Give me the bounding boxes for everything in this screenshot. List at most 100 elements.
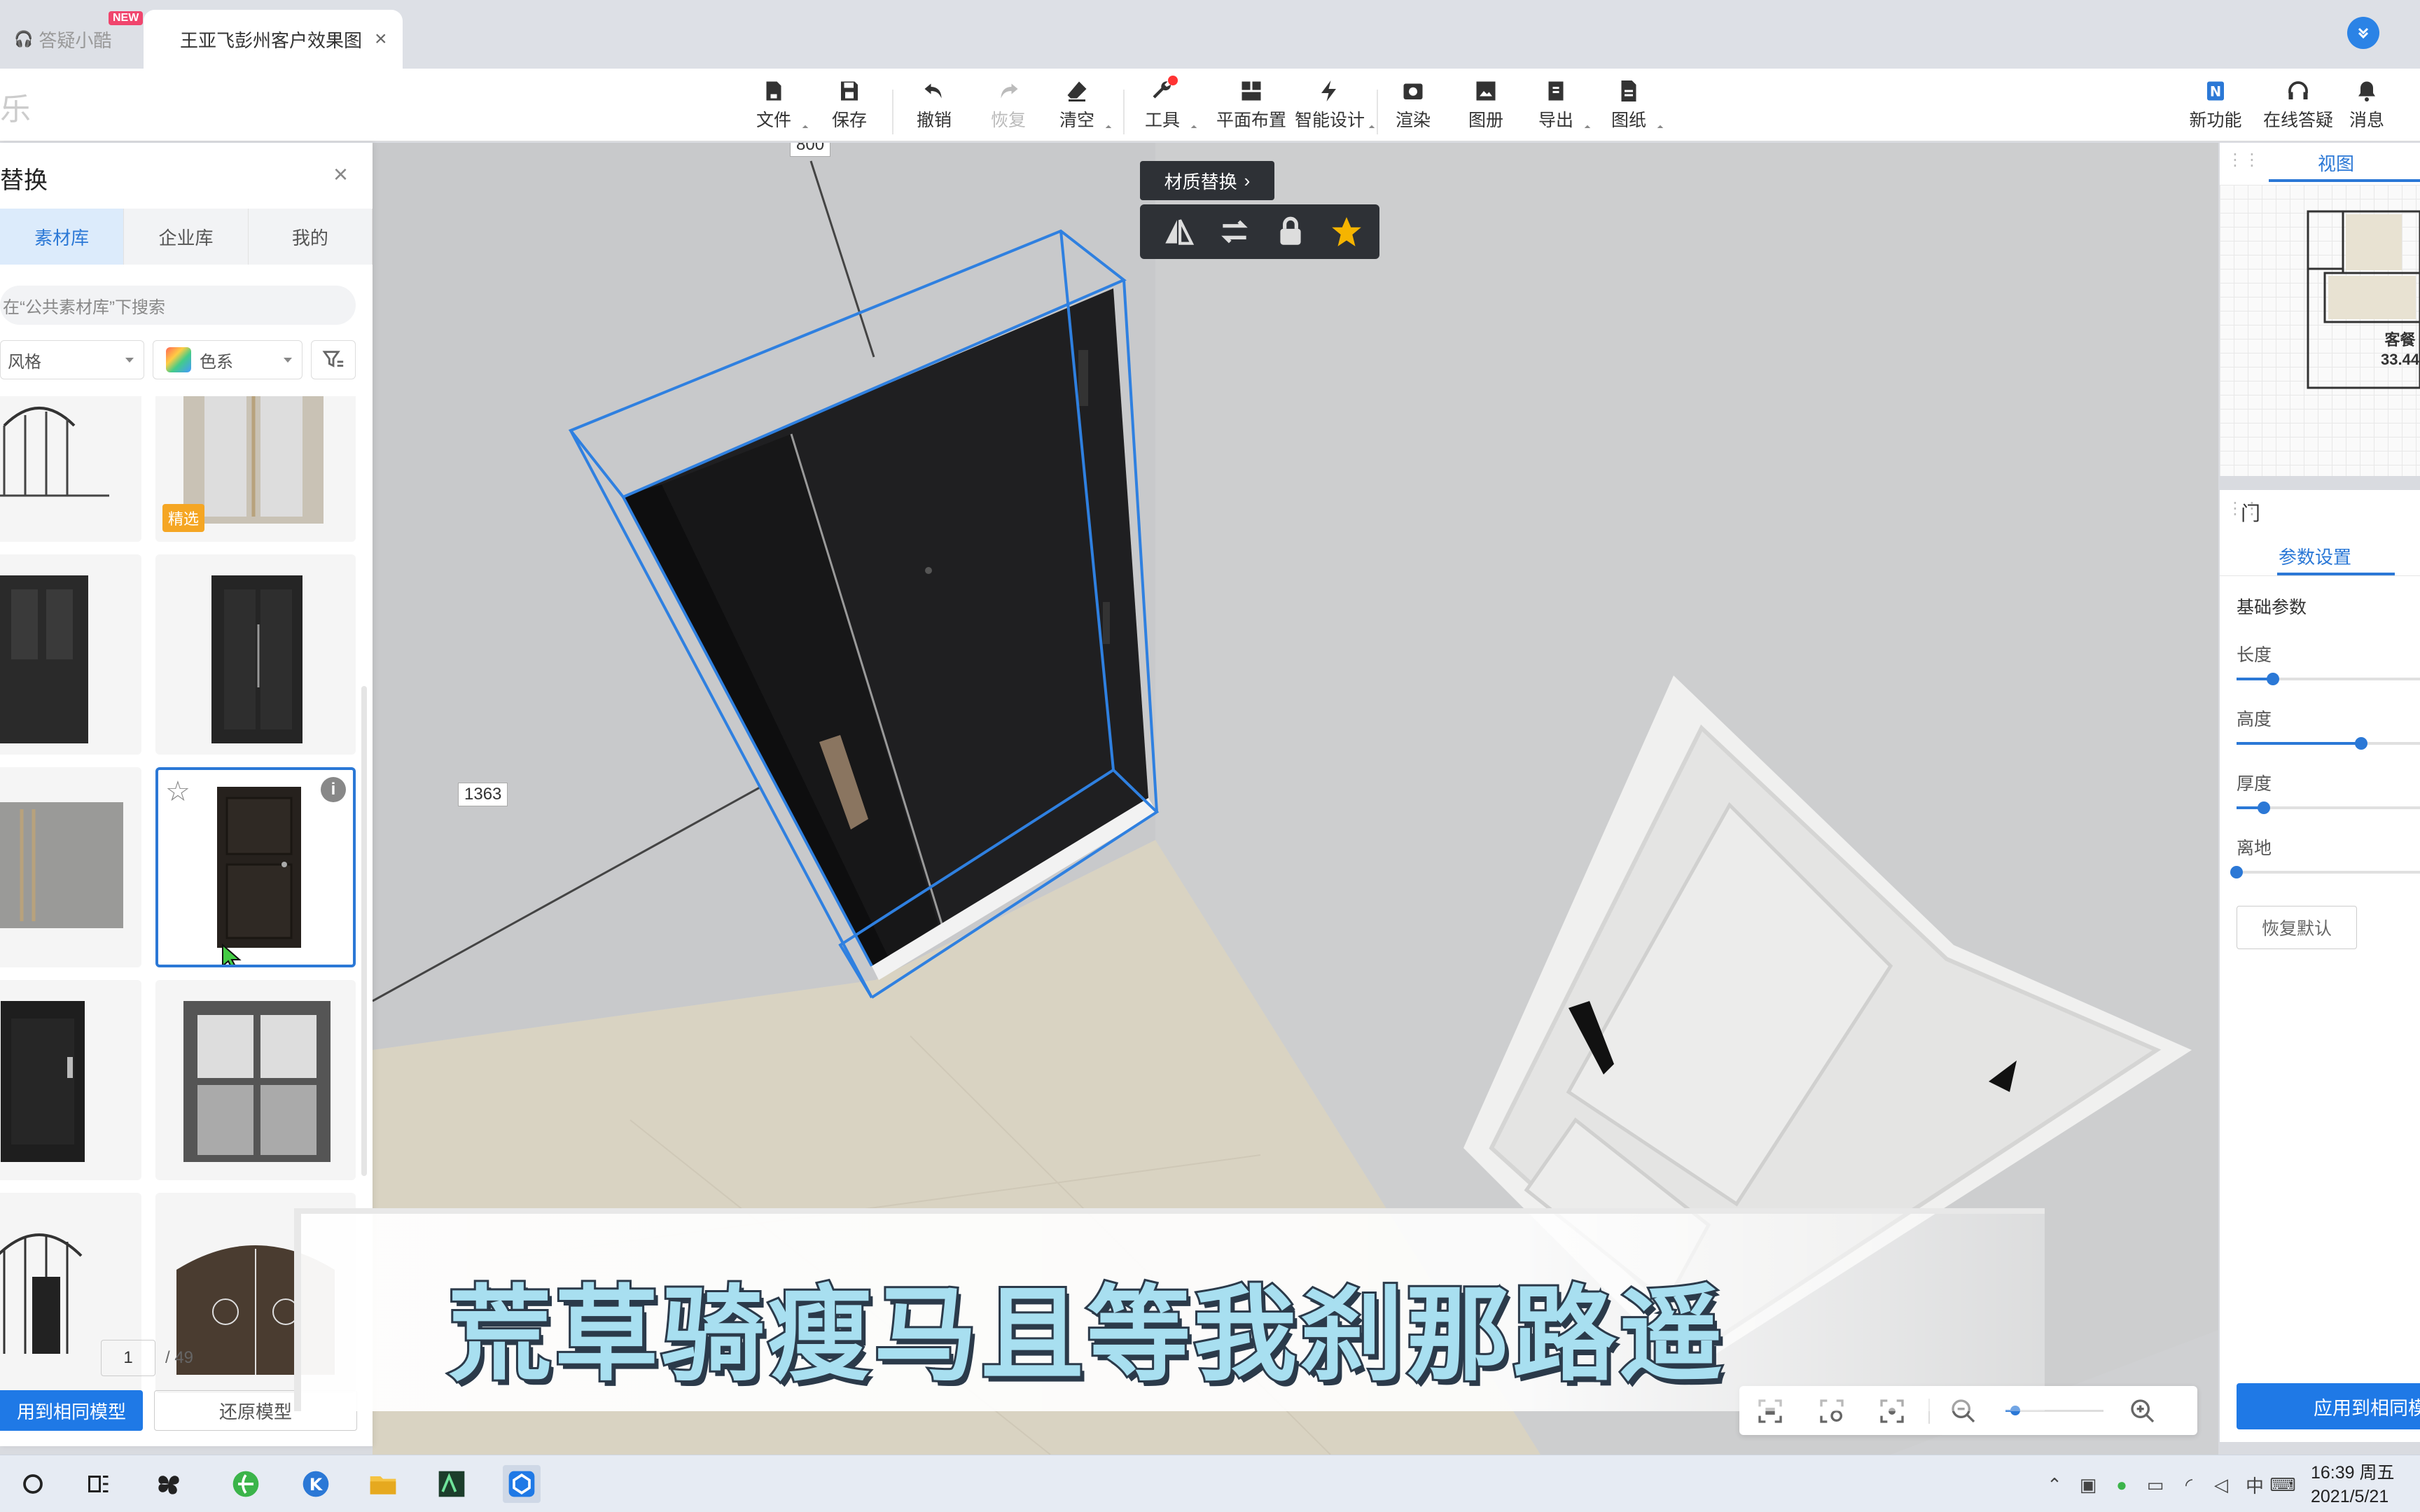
star-outline-icon[interactable]: ☆ (165, 776, 190, 808)
dimension-label-top: 800 (790, 143, 831, 157)
smart-design-label: 智能设计 (1294, 111, 1365, 130)
ime-indicator[interactable]: 中 (2244, 1474, 2266, 1497)
tab-help[interactable]: 🎧 答疑小酷 NEW (7, 10, 144, 69)
chevron-down-icon (125, 358, 134, 363)
material-card[interactable] (0, 980, 141, 1180)
volume-icon[interactable]: ◁ (2210, 1474, 2232, 1496)
drawing-button[interactable]: 图纸 (1594, 78, 1664, 132)
tab-material-library[interactable]: 素材库 (0, 209, 125, 265)
adobe-app-icon[interactable] (433, 1465, 471, 1503)
tab-close-icon[interactable]: × (375, 27, 387, 51)
messages-button[interactable]: 消息 (2332, 78, 2402, 132)
online-help-button[interactable]: 在线答疑 (2258, 78, 2339, 132)
color-select[interactable]: 色系 (153, 340, 302, 379)
height-label: 高度 (2237, 710, 2272, 729)
ground-offset-slider[interactable] (2230, 866, 2420, 878)
style-select[interactable]: 风格 (0, 340, 144, 379)
material-card[interactable] (155, 554, 356, 755)
sogou-icon[interactable] (2284, 1474, 2307, 1496)
info-icon[interactable]: i (321, 777, 346, 802)
floor-minimap[interactable]: 客餐 33.44 (2220, 185, 2420, 476)
layout-icon (1242, 81, 1261, 101)
tab-mine[interactable]: 我的 (249, 209, 373, 265)
new-feature-button[interactable]: N 新功能 (2181, 78, 2251, 132)
undo-icon (924, 83, 942, 99)
height-slider[interactable] (2237, 737, 2420, 750)
length-slider[interactable] (2237, 673, 2420, 685)
chevron-up-icon[interactable]: ⌃ (2043, 1474, 2066, 1496)
clear-label: 清空 (1059, 111, 1094, 130)
file-explorer-icon[interactable] (364, 1465, 402, 1503)
pinwheel-app-icon[interactable] (150, 1465, 188, 1503)
album-icon (1476, 81, 1496, 101)
tab-project[interactable]: 王亚飞彭州客户效果图 × (144, 10, 403, 69)
save-button[interactable]: 保存 (814, 78, 884, 132)
export-label: 导出 (1538, 111, 1573, 130)
export-button[interactable]: 导出 (1521, 78, 1591, 132)
drawing-icon (1621, 80, 1636, 102)
subtitle-text: 荒草骑瘦马且等我刹那路遥 (446, 1273, 1725, 1397)
apply-same-model-button[interactable]: 用到相同模型 (0, 1390, 143, 1431)
task-view-icon[interactable] (80, 1465, 118, 1503)
album-button[interactable]: 图册 (1451, 78, 1521, 132)
k-app-icon[interactable]: K (297, 1465, 335, 1503)
render-label: 渲染 (1395, 111, 1431, 130)
battery-icon[interactable]: ▭ (2144, 1474, 2167, 1496)
reset-default-button[interactable]: 恢复默认 (2237, 906, 2357, 949)
page-number-input[interactable]: 1 (101, 1340, 155, 1376)
filter-button[interactable] (311, 340, 356, 379)
floor-plan-button[interactable]: 平面布置 (1206, 78, 1297, 132)
material-card[interactable] (0, 396, 141, 542)
new-badge: NEW (109, 11, 144, 25)
tab-help-label: 答疑小酷 (39, 29, 112, 51)
undo-label: 撤销 (916, 111, 952, 130)
section-basic-params: 基础参数 (2237, 598, 2307, 617)
lock-icon[interactable] (1273, 214, 1308, 249)
render-button[interactable]: 渲染 (1378, 78, 1448, 132)
favorite-star-icon[interactable] (1329, 214, 1364, 249)
material-card[interactable] (155, 980, 356, 1180)
collapse-icon[interactable] (2347, 17, 2379, 49)
undo-button[interactable]: 撤销 (899, 78, 969, 132)
clear-button[interactable]: 清空 (1042, 78, 1112, 132)
view-panel-title: 视图 (2318, 153, 2355, 174)
browser-app-icon[interactable] (227, 1465, 265, 1503)
material-replace-button[interactable]: 材质替换 › (1140, 161, 1274, 200)
search-input[interactable]: 在“公共素材库”下搜索 (0, 286, 356, 325)
close-icon[interactable]: × (333, 160, 348, 189)
file-button[interactable]: 文件 (739, 78, 809, 132)
drag-handle-icon[interactable]: ⋮⋮ (2227, 150, 2260, 170)
start-search-icon[interactable] (14, 1465, 52, 1503)
tray-app-icon[interactable]: ▣ (2077, 1474, 2099, 1496)
material-card[interactable]: 精选 (155, 396, 356, 542)
camera-icon (1403, 83, 1423, 99)
security-door-thumbnail (1, 1001, 85, 1162)
smart-design-button[interactable]: 智能设计 (1284, 78, 1375, 132)
zoom-in-icon[interactable] (2129, 1397, 2157, 1425)
black-door-thumbnail (211, 575, 302, 743)
style-select-label: 风格 (8, 352, 41, 372)
mirror-icon[interactable] (1161, 214, 1196, 249)
view-panel: ⋮⋮ 视图 客餐 33.44 (2220, 143, 2420, 476)
swap-icon[interactable] (1217, 214, 1252, 249)
material-card-selected[interactable]: ☆ i (155, 767, 356, 967)
tools-button[interactable]: 工具 (1127, 76, 1197, 132)
tab-parameters[interactable]: 参数设置 (2279, 543, 2351, 569)
system-clock[interactable]: 16:39 周五 2021/5/21 (2311, 1461, 2395, 1508)
apply-same-model-button-right[interactable]: 应用到相同模型 (2237, 1383, 2420, 1429)
floor-plan-label: 平面布置 (1216, 111, 1286, 130)
new-feature-label: 新功能 (2189, 111, 2242, 130)
dimension-label-left: 1363 (458, 783, 508, 806)
export-icon (1548, 81, 1564, 101)
material-card[interactable] (0, 767, 141, 967)
tab-enterprise-library[interactable]: 企业库 (124, 209, 249, 265)
tray-green-icon[interactable]: ● (2110, 1474, 2133, 1496)
grid-scrollbar[interactable] (361, 686, 367, 1176)
thickness-slider[interactable] (2237, 802, 2420, 814)
network-icon[interactable]: ◜ (2178, 1474, 2200, 1496)
save-icon (841, 81, 858, 101)
kujiale-app-icon[interactable] (503, 1465, 541, 1503)
room-name: 客餐 (2384, 331, 2416, 349)
redo-button[interactable]: 恢复 (973, 78, 1043, 132)
material-card[interactable] (0, 554, 141, 755)
